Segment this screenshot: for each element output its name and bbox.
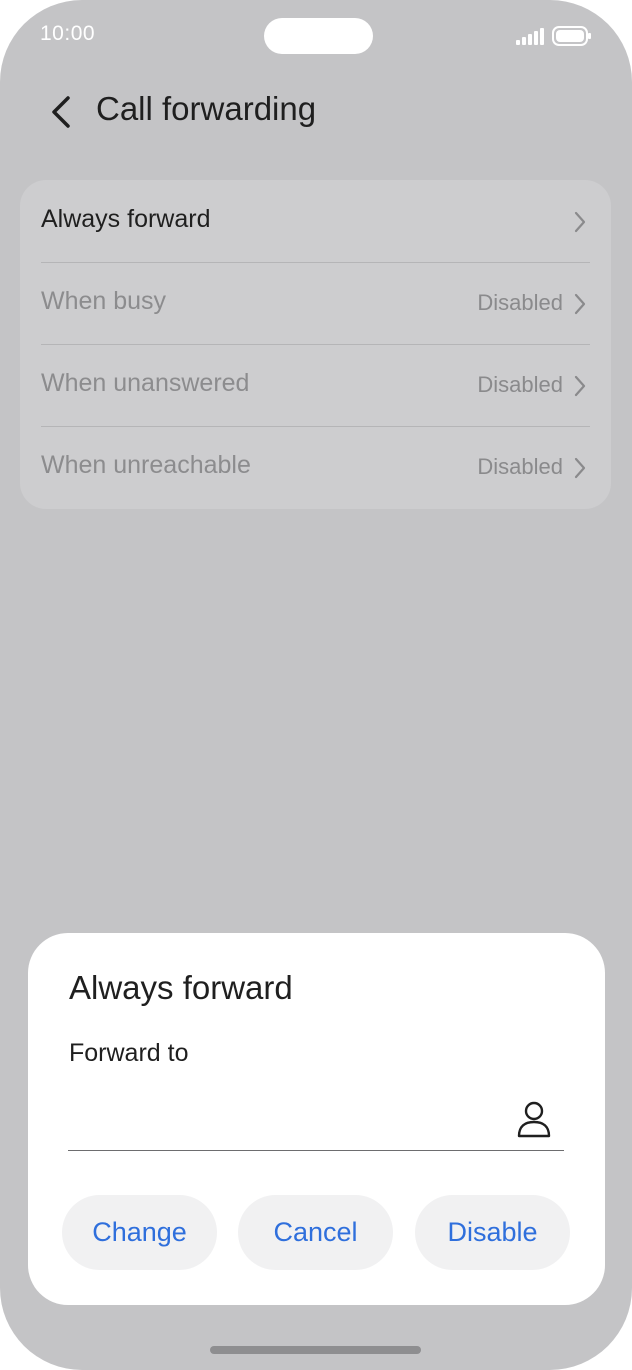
contact-icon[interactable] — [516, 1099, 552, 1139]
forward-to-label: Forward to — [69, 1039, 189, 1067]
option-status: Disabled — [477, 290, 563, 315]
option-label: When unanswered — [41, 369, 250, 397]
option-when-unanswered[interactable]: When unanswered Disabled — [20, 344, 611, 426]
option-status: Disabled — [477, 454, 563, 479]
status-time: 10:00 — [40, 22, 96, 45]
page-title: Call forwarding — [96, 90, 317, 127]
always-forward-dialog: Always forward Forward to Change Cancel … — [28, 933, 605, 1305]
disable-button[interactable]: Disable — [415, 1195, 570, 1270]
option-always-forward[interactable]: Always forward — [20, 180, 611, 262]
chevron-right-icon — [574, 375, 586, 397]
phone-screen: 10:00 Call forwarding Always forward Whe… — [0, 0, 632, 1370]
option-label: Always forward — [41, 205, 211, 233]
back-arrow-icon[interactable] — [44, 92, 80, 132]
option-label: When unreachable — [41, 451, 251, 479]
dynamic-island — [264, 18, 373, 54]
option-status: Disabled — [477, 372, 563, 397]
dialog-title: Always forward — [69, 969, 293, 1006]
call-forwarding-options: Always forward When busy Disabled When u… — [20, 180, 611, 509]
battery-icon — [552, 26, 591, 46]
chevron-right-icon — [574, 211, 586, 233]
home-indicator[interactable] — [210, 1346, 421, 1354]
forward-to-field — [68, 1083, 564, 1151]
option-when-unreachable[interactable]: When unreachable Disabled — [20, 426, 611, 508]
option-label: When busy — [41, 287, 167, 315]
signal-icon — [516, 28, 544, 45]
change-button[interactable]: Change — [62, 1195, 217, 1270]
forward-to-input[interactable] — [68, 1093, 498, 1137]
option-when-busy[interactable]: When busy Disabled — [20, 262, 611, 344]
chevron-right-icon — [574, 293, 586, 315]
chevron-right-icon — [574, 457, 586, 479]
cancel-button[interactable]: Cancel — [238, 1195, 393, 1270]
